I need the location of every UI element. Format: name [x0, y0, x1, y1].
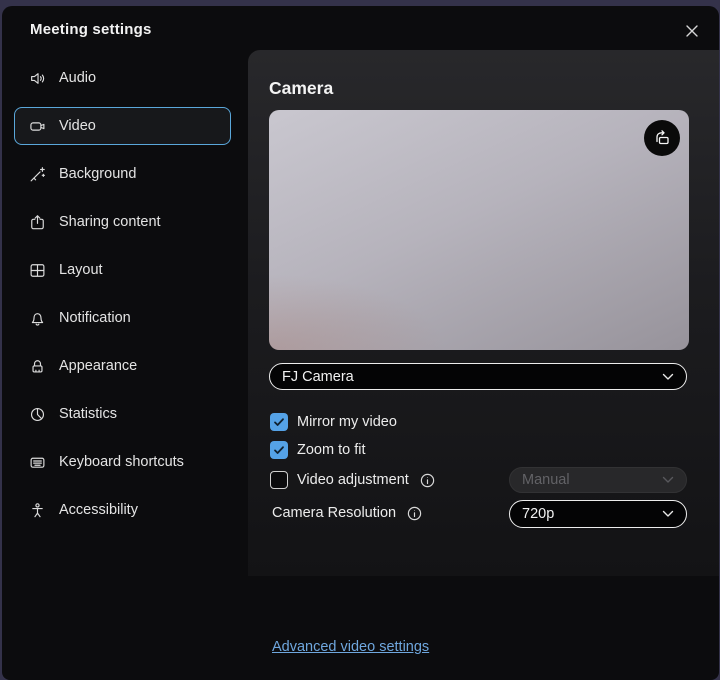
sidebar-item-appearance[interactable]: Appearance: [14, 347, 231, 385]
zoom-to-fit-checkbox[interactable]: [270, 441, 288, 459]
meeting-settings-dialog: Meeting settings Audio: [2, 6, 719, 680]
mirror-my-video-label: Mirror my video: [297, 414, 397, 430]
layout-grid-icon: [29, 262, 46, 279]
sidebar-item-label: Appearance: [59, 358, 137, 374]
share-icon: [29, 214, 46, 231]
zoom-to-fit-row: Zoom to fit: [270, 441, 366, 459]
zoom-to-fit-label: Zoom to fit: [297, 442, 366, 458]
sidebar-item-label: Audio: [59, 70, 96, 86]
sidebar-item-statistics[interactable]: Statistics: [14, 395, 231, 433]
sidebar-item-sharing-content[interactable]: Sharing content: [14, 203, 231, 241]
camera-preview: [269, 110, 689, 350]
sidebar-item-video[interactable]: Video: [14, 107, 231, 145]
chevron-down-icon: [662, 476, 674, 484]
close-icon: [685, 24, 699, 38]
sidebar-item-accessibility[interactable]: Accessibility: [14, 491, 231, 529]
dialog-title: Meeting settings: [30, 21, 152, 38]
camera-icon: [29, 118, 46, 135]
chevron-down-icon: [662, 510, 674, 518]
statistics-icon: [29, 406, 46, 423]
paint-bucket-icon: [29, 358, 46, 375]
camera-section-title: Camera: [269, 78, 333, 99]
chevron-down-icon: [662, 373, 674, 381]
checkmark-icon: [273, 416, 285, 428]
rotate-camera-icon: [652, 128, 672, 148]
advanced-video-settings-link[interactable]: Advanced video settings: [272, 639, 429, 655]
info-icon[interactable]: [420, 473, 435, 488]
sidebar-item-label: Notification: [59, 310, 131, 326]
sidebar-item-layout[interactable]: Layout: [14, 251, 231, 289]
bell-icon: [29, 310, 46, 327]
mirror-my-video-checkbox[interactable]: [270, 413, 288, 431]
video-adjustment-checkbox[interactable]: [270, 471, 288, 489]
checkmark-icon: [273, 444, 285, 456]
rotate-camera-button[interactable]: [644, 120, 680, 156]
sidebar-item-label: Layout: [59, 262, 103, 278]
camera-resolution-label: Camera Resolution: [272, 505, 396, 521]
info-icon[interactable]: [407, 506, 422, 521]
speaker-icon: [29, 70, 46, 87]
magic-wand-icon: [29, 166, 46, 183]
camera-resolution-value: 720p: [522, 506, 662, 522]
close-button[interactable]: [681, 20, 703, 42]
sidebar-item-audio[interactable]: Audio: [14, 59, 231, 97]
video-adjustment-row: Video adjustment: [270, 471, 435, 489]
camera-device-select[interactable]: FJ Camera: [269, 363, 687, 390]
sidebar-item-label: Sharing content: [59, 214, 161, 230]
sidebar-item-keyboard-shortcuts[interactable]: Keyboard shortcuts: [14, 443, 231, 481]
sidebar-item-label: Video: [59, 118, 96, 134]
accessibility-icon: [29, 502, 46, 519]
sidebar-item-label: Accessibility: [59, 502, 138, 518]
sidebar-item-label: Statistics: [59, 406, 117, 422]
settings-sidebar: Audio Video Background: [2, 50, 248, 680]
video-adjustment-label: Video adjustment: [297, 472, 409, 488]
sidebar-item-label: Background: [59, 166, 136, 182]
keyboard-icon: [29, 454, 46, 471]
camera-resolution-select[interactable]: 720p: [509, 500, 687, 528]
sidebar-item-label: Keyboard shortcuts: [59, 454, 184, 470]
camera-device-value: FJ Camera: [282, 369, 662, 385]
sidebar-item-background[interactable]: Background: [14, 155, 231, 193]
sidebar-item-notification[interactable]: Notification: [14, 299, 231, 337]
video-adjustment-mode-value: Manual: [522, 472, 662, 488]
camera-resolution-row: Camera Resolution: [272, 505, 422, 521]
video-adjustment-mode-select: Manual: [509, 467, 687, 493]
video-settings-panel: Camera FJ Camera: [248, 50, 719, 576]
mirror-my-video-row: Mirror my video: [270, 413, 397, 431]
